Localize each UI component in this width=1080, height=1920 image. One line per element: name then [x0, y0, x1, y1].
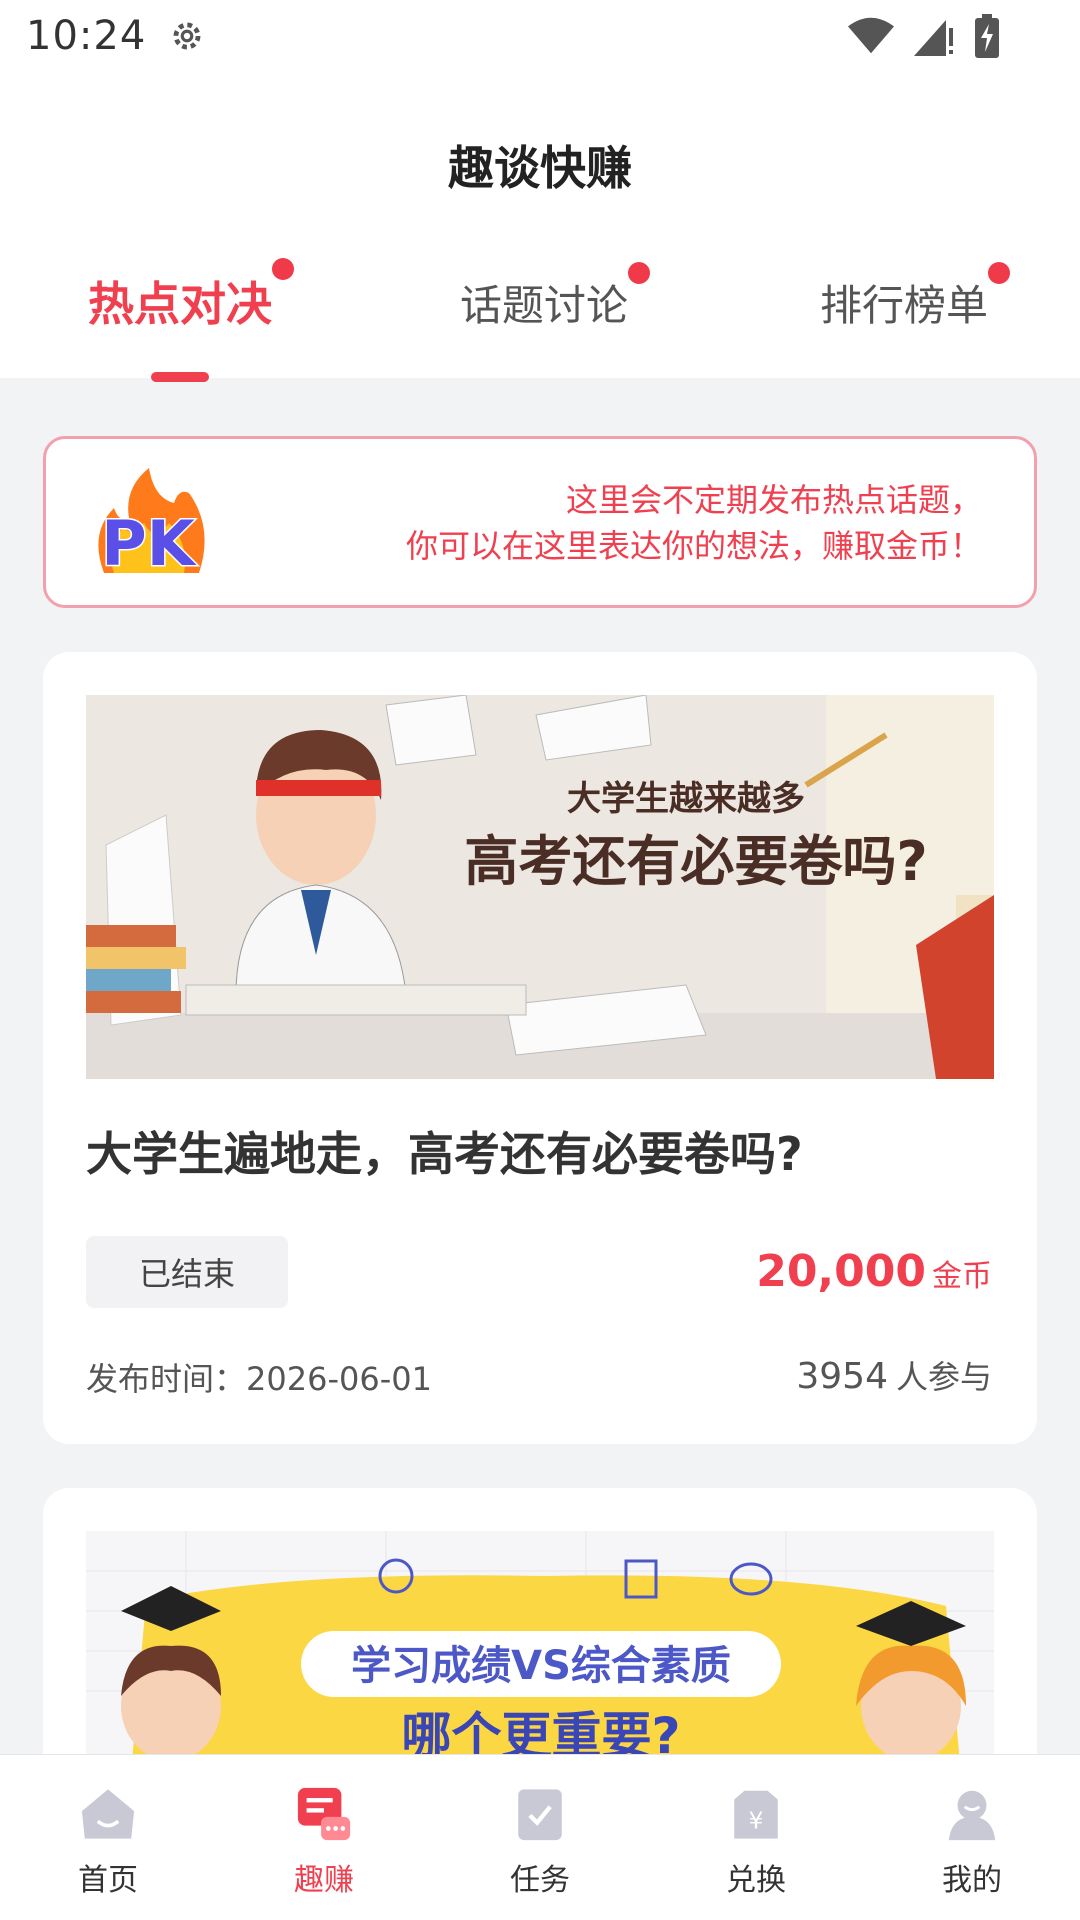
topic-banner-image: 学习成绩VS综合素质 哪个更重要?: [86, 1531, 994, 1788]
exchange-icon: ¥: [734, 1790, 778, 1839]
banner-subtitle: 大学生越来越多: [567, 779, 805, 819]
reward-unit: 金币: [932, 1259, 992, 1294]
notice-line-2: 你可以在这里表达你的想法，赚取金币！: [405, 527, 982, 565]
nav-exchange[interactable]: ¥ 兑换: [648, 1755, 864, 1920]
nav-quzhuan[interactable]: 趣赚: [216, 1755, 432, 1920]
chat-icon: [297, 1787, 351, 1841]
tab-badge-dot: [988, 262, 1011, 284]
nav-label: 兑换: [726, 1863, 786, 1898]
status-badge: 已结束: [86, 1236, 288, 1308]
tab-label: 排行榜单: [820, 281, 989, 330]
task-icon: [518, 1789, 562, 1841]
status-icons: [848, 14, 1000, 58]
participants: 3954 人参与: [796, 1352, 992, 1398]
pk-fire-logo: PK: [98, 468, 205, 582]
topic-banner-image: 大学生越来越多 高考还有必要卷吗?: [86, 695, 994, 1079]
nav-label: 首页: [78, 1863, 138, 1898]
notice-line-1: 这里会不定期发布热点话题，: [565, 481, 982, 519]
wifi-icon: [848, 17, 894, 54]
bottom-navigation: 首页 趣赚 任务 ¥ 兑换 我的: [0, 1754, 1080, 1920]
status-bar: 10:24: [0, 0, 1080, 72]
tab-active-indicator: [151, 372, 209, 382]
tab-leaderboard[interactable]: 排行榜单: [820, 262, 1011, 333]
home-icon: [81, 1789, 135, 1839]
notice-text: 这里会不定期发布热点话题， 你可以在这里表达你的想法，赚取金币！: [406, 477, 982, 569]
nav-home[interactable]: 首页: [0, 1755, 216, 1920]
header: 趣谈快赚 热点对决 话题讨论 排行榜单: [0, 72, 1080, 382]
pk-logo-text: PK: [101, 507, 196, 580]
topic-card[interactable]: 学习成绩VS综合素质 哪个更重要?: [43, 1488, 1037, 1788]
banner-title: 高考还有必要卷吗?: [464, 830, 927, 893]
topic-title: 大学生遍地走，高考还有必要卷吗?: [86, 1127, 803, 1181]
participants-label: 人参与: [895, 1358, 992, 1396]
publish-time: 发布时间：2026-06-01: [86, 1360, 432, 1398]
profile-icon: [948, 1790, 996, 1841]
notice-banner: PK 这里会不定期发布热点话题， 你可以在这里表达你的想法，赚取金币！: [43, 436, 1037, 608]
svg-text:¥: ¥: [749, 1808, 764, 1835]
cellular-signal-icon: [914, 20, 953, 56]
reward: 20,000 金币: [756, 1246, 992, 1297]
reward-amount: 20,000: [756, 1246, 926, 1297]
tab-label: 热点对决: [88, 277, 272, 331]
nav-label: 任务: [510, 1863, 570, 1898]
tab-hot-battle[interactable]: 热点对决: [88, 258, 294, 334]
page-title: 趣谈快赚: [448, 141, 632, 195]
tab-badge-dot: [272, 258, 294, 280]
status-time: 10:24: [26, 13, 147, 59]
tab-badge-dot: [628, 262, 651, 284]
nav-label: 趣赚: [294, 1863, 354, 1898]
banner-title: 学习成绩VS综合素质: [351, 1643, 731, 1689]
topic-card[interactable]: 大学生越来越多 高考还有必要卷吗? 大学生遍地走，高考还有必要卷吗? 已结束 2…: [43, 652, 1037, 1444]
participants-count: 3954: [796, 1356, 888, 1397]
battery-charging-icon: [975, 14, 999, 58]
tab-topic-discussion[interactable]: 话题讨论: [460, 262, 651, 333]
nav-tasks[interactable]: 任务: [432, 1755, 648, 1920]
nav-profile[interactable]: 我的: [864, 1755, 1080, 1920]
nav-label: 我的: [942, 1863, 1002, 1898]
tab-label: 话题讨论: [460, 281, 629, 330]
settings-gear-icon: [173, 22, 201, 50]
